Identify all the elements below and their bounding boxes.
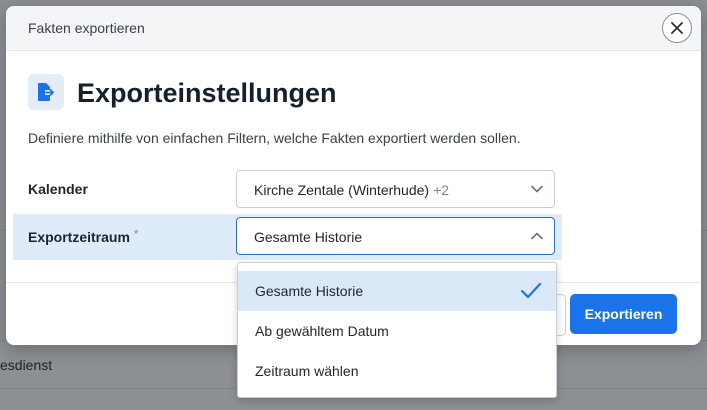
calendar-select[interactable]: Kirche Zentale (Winterhude) +2 [236,170,555,208]
file-export-icon [28,74,64,110]
close-button[interactable] [662,13,692,43]
export-button[interactable]: Exportieren [570,294,677,334]
calendar-select-value: Kirche Zentale (Winterhude) +2 [254,182,450,198]
chevron-up-icon [531,232,543,240]
chevron-down-icon [531,185,543,193]
secondary-button[interactable] [557,294,566,336]
period-select[interactable]: Gesamte Historie [236,217,555,255]
dialog-title: Fakten exportieren [28,20,145,36]
required-mark: * [133,227,139,241]
dropdown-option[interactable]: Ab gewähltem Datum [238,311,556,351]
period-select-value: Gesamte Historie [254,229,363,245]
dropdown-option[interactable]: Gesamte Historie [238,271,556,311]
calendar-extra-count: +2 [433,182,450,198]
calendar-label: Kalender [28,181,88,197]
check-icon [520,282,542,299]
period-dropdown-menu: Gesamte Historie Ab gewähltem Datum Zeit… [237,262,557,398]
dialog-header: Fakten exportieren [6,6,701,51]
background-row-text: esdienst [0,357,53,373]
dropdown-option[interactable]: Zeitraum wählen [238,351,556,391]
dialog-description: Definiere mithilfe von einfachen Filtern… [28,130,521,146]
close-icon [671,22,683,34]
period-label: Exportzeitraum * [28,227,139,245]
page-title: Exporteinstellungen [77,78,337,108]
